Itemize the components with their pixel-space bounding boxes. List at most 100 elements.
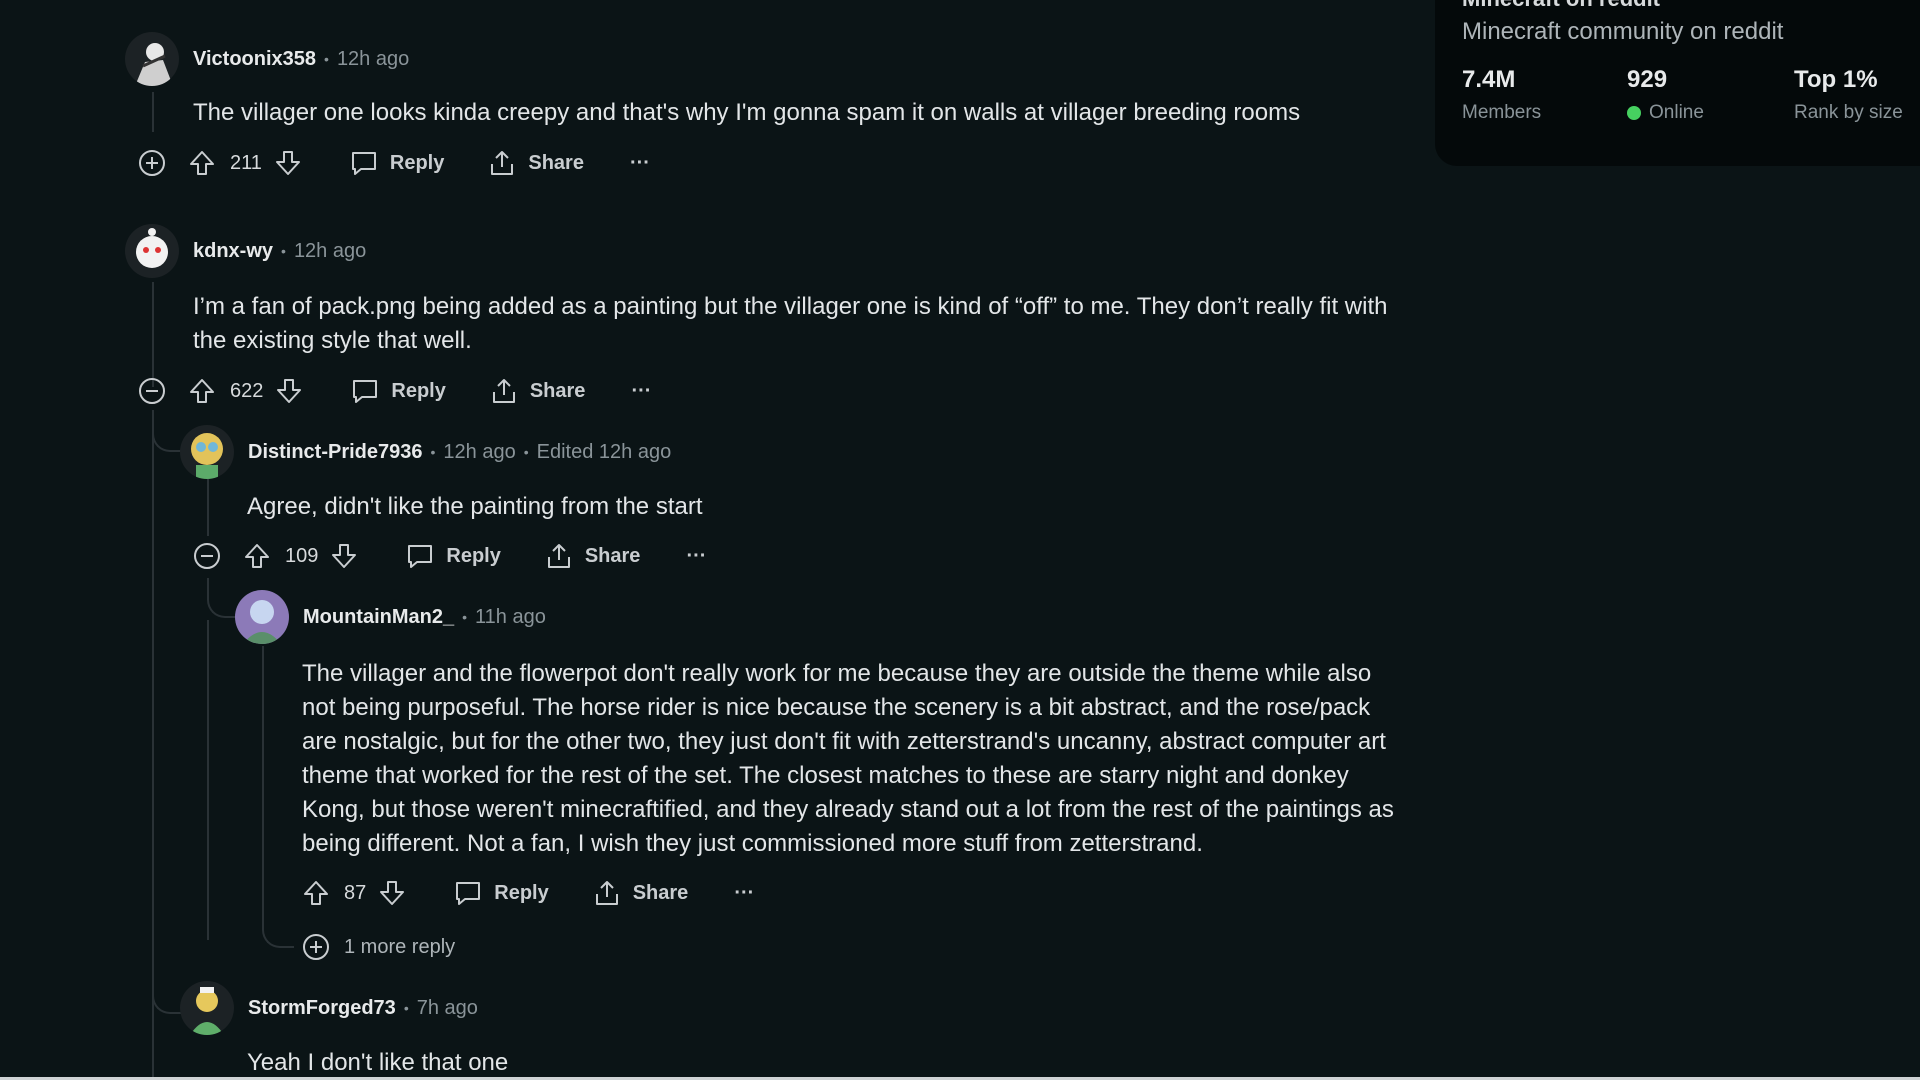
comment-header: StormForged73 • 7h ago	[180, 980, 478, 1036]
share-icon	[491, 151, 514, 175]
upvote-button[interactable]	[302, 879, 330, 907]
rank-label: Rank by size	[1794, 102, 1903, 123]
comment-author[interactable]: StormForged73	[248, 997, 396, 1020]
reply-label: Reply	[494, 881, 549, 904]
collapse-thread-button[interactable]	[193, 542, 221, 570]
thread-line	[207, 620, 209, 940]
comment-icon	[408, 545, 433, 568]
minus-circle-icon	[139, 378, 165, 404]
members-stat: 7.4M Members	[1462, 66, 1541, 124]
comment-timestamp[interactable]: 12h ago	[443, 441, 515, 464]
expand-thread-button[interactable]	[138, 149, 166, 177]
separator-dot: •	[430, 444, 436, 460]
avatar[interactable]	[235, 590, 289, 644]
more-replies-link[interactable]: 1 more reply	[302, 933, 455, 961]
separator-dot: •	[462, 609, 468, 625]
downvote-button[interactable]	[275, 377, 303, 405]
upvote-button[interactable]	[188, 149, 216, 177]
comment-author[interactable]: Distinct-Pride7936	[248, 441, 423, 464]
downvote-icon	[275, 151, 300, 175]
comment-body: I’m a fan of pack.png being added as a p…	[193, 293, 1388, 354]
vote-count: 622	[230, 379, 264, 402]
upvote-icon	[190, 151, 214, 175]
plus-circle-icon	[139, 150, 165, 176]
share-label: Share	[529, 379, 586, 402]
more-options-button[interactable]: ···	[630, 152, 650, 175]
reddit-comments-page: Minecraft on reddit Minecraft community …	[0, 0, 1920, 1080]
comment-actions: 622 Reply Share ···	[138, 371, 651, 411]
comment-body: The villager and the flowerpot don't rea…	[302, 660, 1394, 857]
separator-dot: •	[324, 51, 329, 67]
rank-value: Top 1%	[1794, 66, 1878, 93]
share-icon	[547, 544, 570, 568]
upvote-button[interactable]	[243, 542, 271, 570]
reply-button[interactable]: Reply	[454, 879, 549, 907]
members-label: Members	[1462, 102, 1542, 123]
online-count: 929	[1627, 66, 1668, 93]
comment-author[interactable]: Victoonix358	[193, 48, 316, 71]
downvote-icon	[380, 881, 405, 905]
thread-line	[207, 476, 209, 536]
share-icon	[595, 881, 618, 905]
avatar[interactable]	[125, 32, 179, 86]
comment-body: Agree, didn't like the painting from the…	[247, 493, 703, 520]
members-count: 7.4M	[1462, 66, 1516, 93]
comment-body: The villager one looks kinda creepy and …	[193, 99, 1301, 126]
vote-count: 87	[344, 881, 367, 904]
community-info-card: Minecraft on reddit Minecraft community …	[1435, 0, 1920, 166]
comment-timestamp[interactable]: 12h ago	[337, 48, 409, 71]
reply-label: Reply	[446, 544, 501, 567]
separator-dot: •	[281, 243, 286, 259]
reply-button[interactable]: Reply	[406, 542, 501, 570]
reply-button[interactable]: Reply	[351, 377, 446, 405]
share-button[interactable]: Share	[488, 149, 584, 177]
comment-author[interactable]: MountainMan2_	[303, 606, 454, 629]
reply-button[interactable]: Reply	[350, 149, 444, 177]
comment-actions: 109 Reply Share ···	[193, 536, 706, 576]
share-label: Share	[528, 151, 584, 174]
more-options-button[interactable]: ···	[631, 380, 651, 403]
online-stat: 929 Online	[1627, 66, 1704, 124]
comment-timestamp[interactable]: 11h ago	[475, 606, 546, 629]
comment-body: Yeah I don't like that one	[247, 1049, 509, 1076]
reply-label: Reply	[391, 379, 446, 402]
comment-icon	[353, 380, 378, 403]
downvote-icon	[332, 544, 357, 568]
share-button[interactable]: Share	[490, 377, 586, 405]
thread-line	[152, 92, 154, 132]
separator-dot: •	[403, 1000, 409, 1016]
comment-author[interactable]: kdnx-wy	[193, 240, 273, 263]
avatar[interactable]	[125, 224, 179, 278]
comment-icon	[351, 152, 376, 175]
community-subtitle: Minecraft community on reddit	[1462, 18, 1784, 45]
share-label: Share	[584, 544, 641, 567]
upvote-button[interactable]	[188, 377, 216, 405]
more-options-button[interactable]: ···	[734, 882, 754, 905]
avatar[interactable]	[180, 981, 234, 1035]
plus-circle-icon	[303, 934, 329, 960]
share-button[interactable]: Share	[593, 879, 688, 907]
comment-header: Victoonix358 • 12h ago	[125, 31, 409, 87]
thread-elbow	[262, 880, 294, 948]
comment-header: kdnx-wy • 12h ago	[125, 223, 366, 279]
downvote-button[interactable]	[274, 149, 302, 177]
comment-icon	[456, 882, 481, 905]
rank-stat: Top 1% Rank by size	[1794, 66, 1903, 124]
downvote-button[interactable]	[330, 542, 358, 570]
collapse-thread-button[interactable]	[138, 377, 166, 405]
edited-label: Edited 12h ago	[536, 440, 672, 463]
comment-timestamp[interactable]: 7h ago	[417, 997, 478, 1020]
upvote-icon	[245, 544, 269, 568]
downvote-button[interactable]	[378, 879, 406, 907]
reply-label: Reply	[389, 151, 445, 174]
comment-header: Distinct-Pride7936 • 12h ago • Edited 12…	[180, 424, 671, 480]
minus-circle-icon	[194, 543, 220, 569]
avatar[interactable]	[180, 425, 234, 479]
share-icon	[492, 379, 515, 403]
share-button[interactable]: Share	[545, 542, 641, 570]
more-options-button[interactable]: ···	[686, 545, 706, 568]
more-replies-label: 1 more reply	[344, 935, 456, 958]
comment-timestamp[interactable]: 12h ago	[294, 240, 366, 263]
upvote-icon	[304, 881, 328, 905]
vote-count: 211	[230, 151, 262, 174]
